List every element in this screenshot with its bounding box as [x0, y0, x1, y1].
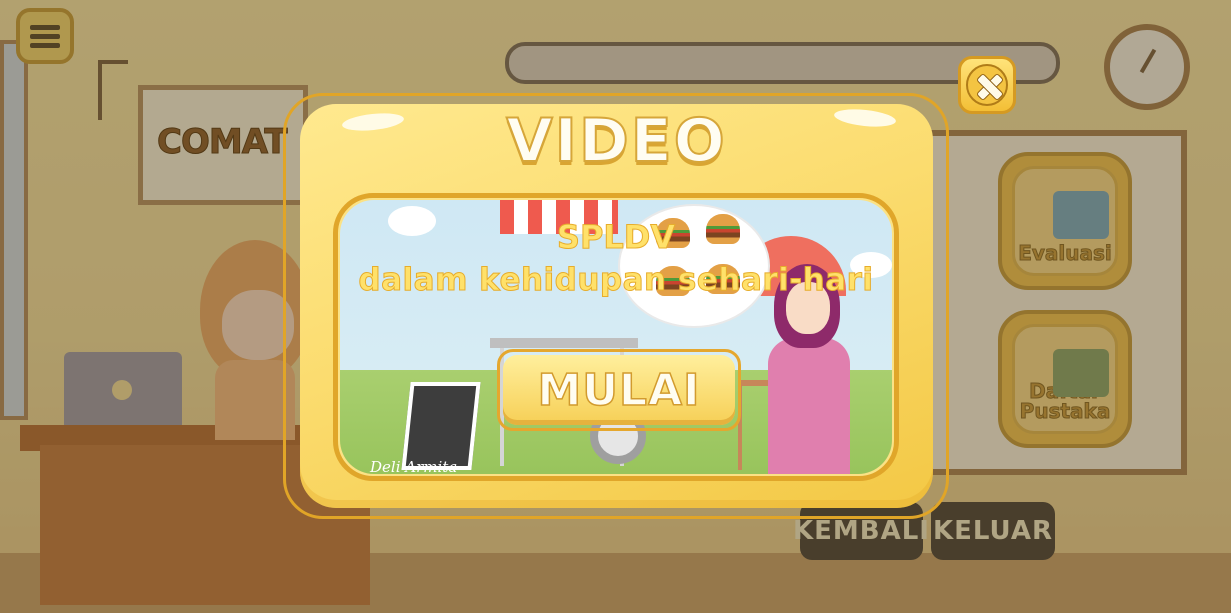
video-title: SPLDV: [556, 218, 676, 257]
author-signature: Deli Armita: [370, 458, 458, 474]
modal-title: VIDEO: [505, 105, 727, 177]
close-button[interactable]: [958, 56, 1016, 114]
stall-counter: [490, 338, 638, 348]
video-player[interactable]: SPLDV dalam kehidupan sehari-hari MULAI …: [340, 200, 892, 474]
menu-board: [401, 382, 481, 470]
character-body: [768, 338, 850, 474]
video-subtitle: dalam kehidupan sehari-hari: [358, 262, 874, 299]
video-frame: SPLDV dalam kehidupan sehari-hari MULAI …: [333, 193, 899, 481]
close-icon: [966, 64, 1008, 106]
start-button[interactable]: MULAI: [503, 355, 735, 425]
